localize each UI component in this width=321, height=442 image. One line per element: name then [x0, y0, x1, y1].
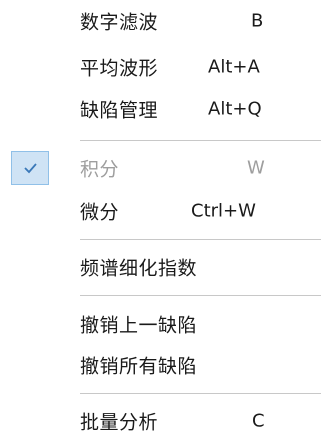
menu-item-shortcut: Alt+Q — [208, 98, 262, 120]
menu-item-label: 批量分析 — [80, 411, 159, 434]
menu-item-undo-all-defects[interactable]: 撤销所有缺陷 — [0, 344, 321, 386]
menu-item-undo-last-defect[interactable]: 撤销上一缺陷 — [0, 303, 321, 345]
menu-item-spectrum-refinement-index[interactable]: 频谱细化指数 — [0, 246, 321, 288]
checked-indicator — [11, 151, 49, 185]
menu-item-digital-filter[interactable]: 数字滤波 B — [0, 0, 321, 42]
menu-item-average-waveform[interactable]: 平均波形 Alt+A — [0, 46, 321, 88]
menu-item-label: 微分 — [80, 201, 120, 224]
menu-item-defect-management[interactable]: 缺陷管理 Alt+Q — [0, 88, 321, 130]
menu-item-label: 数字滤波 — [80, 11, 159, 34]
menu-item-shortcut: Alt+A — [208, 56, 260, 78]
menu-item-integral[interactable]: 积分 W — [0, 147, 321, 189]
menu-item-label: 缺陷管理 — [80, 99, 159, 122]
menu-item-shortcut: W — [247, 157, 265, 179]
menu-separator — [80, 393, 321, 394]
menu-item-shortcut: C — [252, 410, 265, 432]
menu-item-label: 频谱细化指数 — [80, 257, 198, 280]
menu-item-label: 平均波形 — [80, 57, 159, 80]
menu-item-shortcut: B — [251, 10, 264, 32]
menu-item-label: 积分 — [80, 158, 120, 181]
context-menu: 数字滤波 B 平均波形 Alt+A 缺陷管理 Alt+Q 积分 W 微分 Ctr… — [0, 0, 321, 438]
menu-item-differential[interactable]: 微分 Ctrl+W — [0, 190, 321, 232]
menu-separator — [80, 295, 321, 296]
menu-separator — [80, 239, 321, 240]
menu-item-shortcut: Ctrl+W — [191, 200, 256, 222]
menu-item-batch-analysis[interactable]: 批量分析 C — [0, 400, 321, 442]
menu-item-label: 撤销上一缺陷 — [80, 314, 198, 337]
menu-item-label: 撤销所有缺陷 — [80, 355, 198, 378]
checkmark-icon — [24, 163, 37, 174]
menu-separator — [80, 140, 321, 141]
